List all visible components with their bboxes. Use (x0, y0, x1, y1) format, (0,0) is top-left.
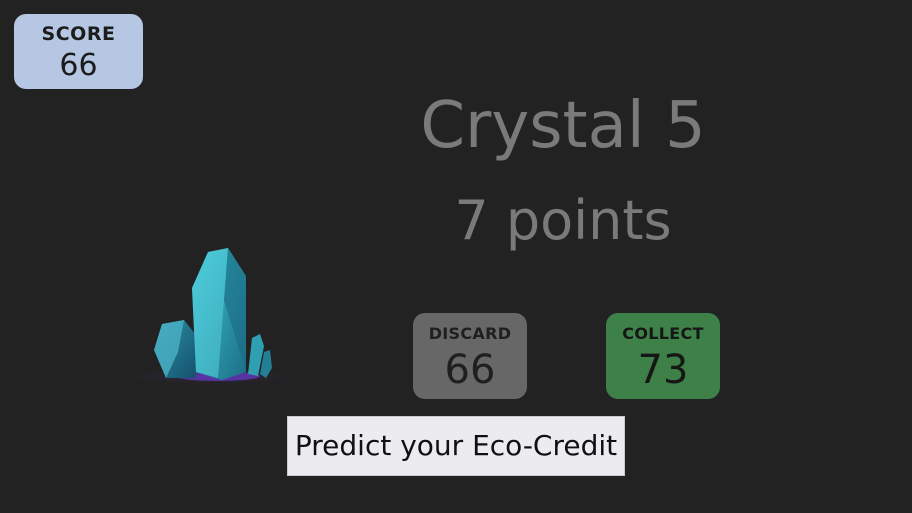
score-value: 66 (59, 48, 98, 83)
discard-button[interactable]: DISCARD 66 (413, 313, 527, 399)
collect-label: COLLECT (622, 324, 704, 343)
predict-eco-credit-button[interactable]: Predict your Eco-Credit (287, 416, 625, 476)
score-label: SCORE (41, 23, 116, 45)
collect-value: 73 (637, 347, 689, 393)
discard-label: DISCARD (428, 324, 512, 343)
discard-value: 66 (444, 347, 496, 393)
collect-button[interactable]: COLLECT 73 (606, 313, 720, 399)
crystal-cluster-icon (110, 248, 310, 386)
game-screen: SCORE 66 Crystal 5 7 points DISCARD 66 C… (0, 0, 912, 513)
score-panel: SCORE 66 (14, 14, 143, 89)
item-points: 7 points (454, 189, 672, 252)
item-title: Crystal 5 (420, 89, 706, 163)
